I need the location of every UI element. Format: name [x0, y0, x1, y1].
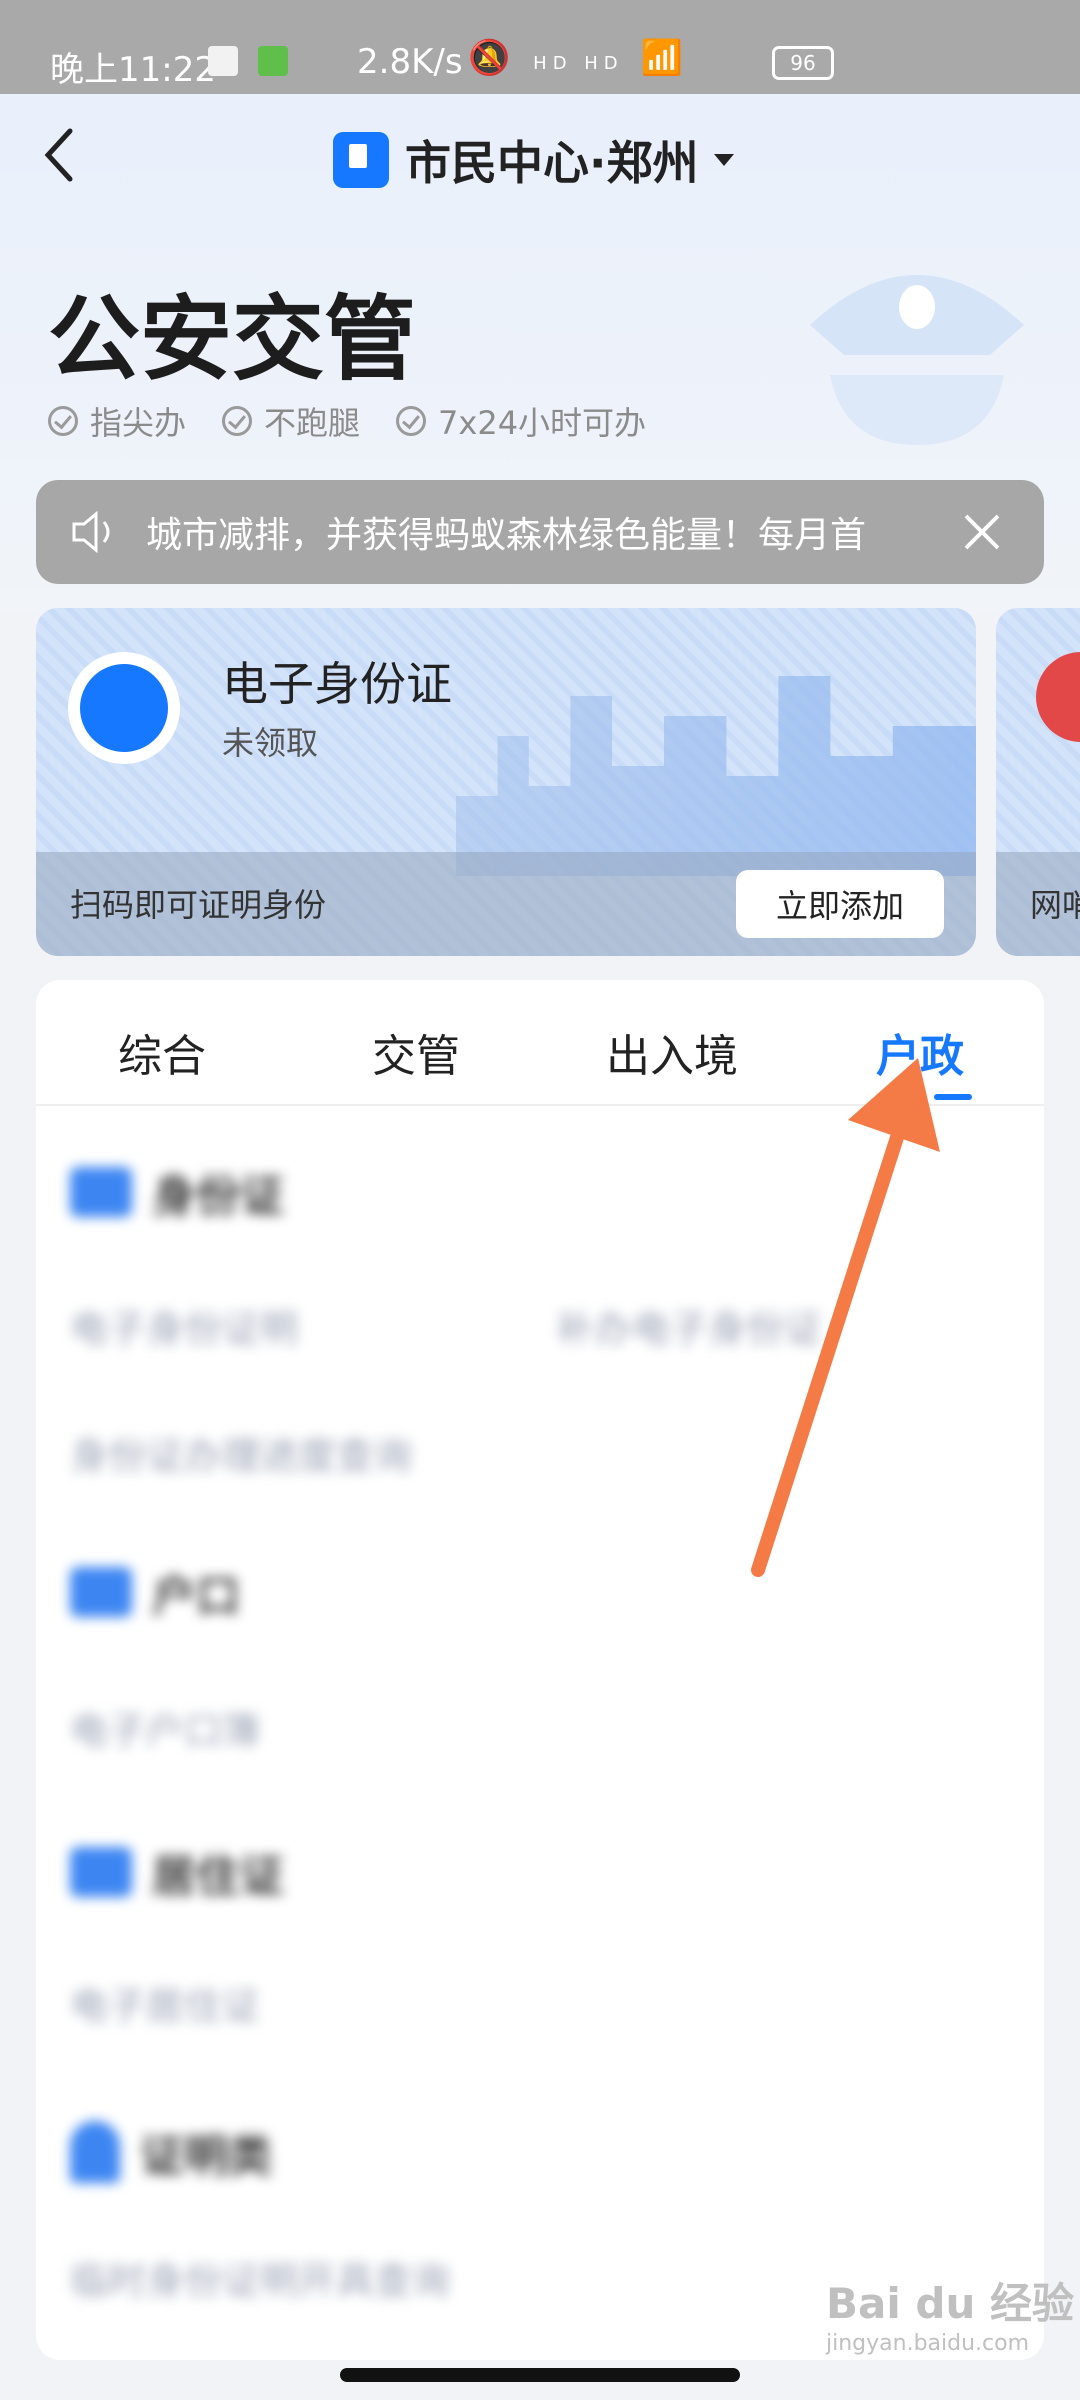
service-tag: 指尖办 — [48, 398, 186, 444]
service-item[interactable]: 电子户口簿 — [70, 1700, 260, 1755]
status-bar: 晚上11:22 2.8K/s 🔕 HD HD 📶 96 — [0, 0, 1080, 94]
city-selector[interactable]: 市民中心·郑州 — [333, 130, 735, 190]
police-badge-icon — [1036, 652, 1080, 742]
service-tag: 7x24小时可办 — [396, 398, 646, 444]
battery-icon: 96 — [772, 46, 834, 80]
check-circle-icon — [48, 406, 78, 436]
notification-icon — [208, 46, 238, 76]
residence-section-icon — [70, 1847, 132, 1897]
notice-text: 城市减排，并获得蚂蚁森林绿色能量！每月首 — [146, 515, 867, 556]
speaker-icon — [72, 510, 110, 554]
app-notification-icon — [258, 46, 288, 76]
id-card-name: 电子身份证 — [222, 657, 452, 711]
status-time: 晚上11:22 — [50, 50, 216, 90]
tab-household[interactable]: 户政 — [876, 1020, 964, 1084]
category-tabs: 综合 交管 出入境 户政 — [36, 980, 1044, 1106]
wifi-icon: 📶 — [640, 38, 689, 78]
baidu-watermark: Bai du 经验 jingyan.baidu.com — [826, 2270, 1074, 2356]
service-tag: 不跑腿 — [222, 398, 360, 444]
id-card-status: 未领取 — [222, 724, 319, 762]
tab-general[interactable]: 综合 — [118, 1020, 206, 1084]
next-card[interactable]: 网哨 — [996, 608, 1080, 956]
electronic-id-card[interactable]: 电子身份证 未领取 扫码即可证明身份 立即添加 — [36, 608, 976, 956]
service-item[interactable]: 临时身份证明开具查询 — [70, 2250, 450, 2305]
person-icon — [70, 2121, 120, 2183]
tab-traffic[interactable]: 交管 — [372, 1020, 460, 1084]
service-item[interactable]: 身份证办理进度查询 — [70, 1425, 412, 1480]
section-title: 证明类 — [140, 2131, 272, 2182]
citizen-center-logo-icon — [333, 132, 389, 188]
active-tab-indicator — [934, 1094, 972, 1100]
check-circle-icon — [396, 406, 427, 436]
home-indicator[interactable] — [340, 2368, 740, 2382]
section-id-card: 身份证 — [70, 1160, 284, 1224]
tab-exit-entry[interactable]: 出入境 — [606, 1020, 738, 1084]
service-item[interactable]: 补办电子身份证 — [556, 1298, 822, 1353]
city-skyline-decoration — [456, 676, 976, 876]
close-icon[interactable] — [960, 510, 1004, 554]
next-card-label: 网哨 — [1030, 886, 1080, 924]
dropdown-caret-icon — [714, 154, 735, 166]
check-circle-icon — [222, 406, 253, 436]
service-item[interactable]: 电子居住证 — [70, 1975, 260, 2030]
watermark-brand: Bai du 经验 — [826, 2279, 1074, 2328]
service-item[interactable]: 电子身份证明 — [70, 1298, 298, 1353]
section-household: 户口 — [70, 1560, 240, 1624]
service-tag-label: 指尖办 — [90, 404, 187, 442]
section-title: 户口 — [152, 1571, 240, 1622]
section-residence-permit: 居住证 — [70, 1840, 284, 1904]
id-card-icon — [68, 652, 180, 764]
mute-icon: 🔕 — [468, 38, 517, 78]
id-card-hint: 扫码即可证明身份 — [70, 886, 327, 924]
section-certificates: 证明类 — [70, 2120, 272, 2184]
add-now-button[interactable]: 立即添加 — [736, 870, 944, 938]
page-title: 公安交管 — [48, 286, 417, 393]
signal-hd-label: HD HD — [533, 53, 624, 74]
service-tag-label: 7x24小时可办 — [438, 404, 647, 442]
id-card-section-icon — [70, 1167, 132, 1217]
police-hat-icon — [810, 275, 1024, 445]
watermark-url: jingyan.baidu.com — [826, 2331, 1030, 2356]
service-tags: 指尖办 不跑腿 7x24小时可办 — [48, 398, 646, 444]
service-tag-label: 不跑腿 — [264, 404, 361, 442]
section-title: 居住证 — [152, 1851, 284, 1902]
signal-icons: 🔕 HD HD 📶 — [468, 38, 689, 78]
net-speed: 2.8K/s — [357, 42, 463, 82]
app-title: 市民中心·郑州 — [405, 136, 699, 190]
section-title: 身份证 — [152, 1171, 284, 1222]
household-section-icon — [70, 1567, 132, 1617]
service-panel: 综合 交管 出入境 户政 身份证 电子身份证明 补办电子身份证 身份证办理进度查… — [36, 980, 1044, 2360]
notice-bar[interactable]: 城市减排，并获得蚂蚁森林绿色能量！每月首 — [36, 480, 1044, 584]
back-arrow-icon[interactable] — [40, 125, 80, 185]
